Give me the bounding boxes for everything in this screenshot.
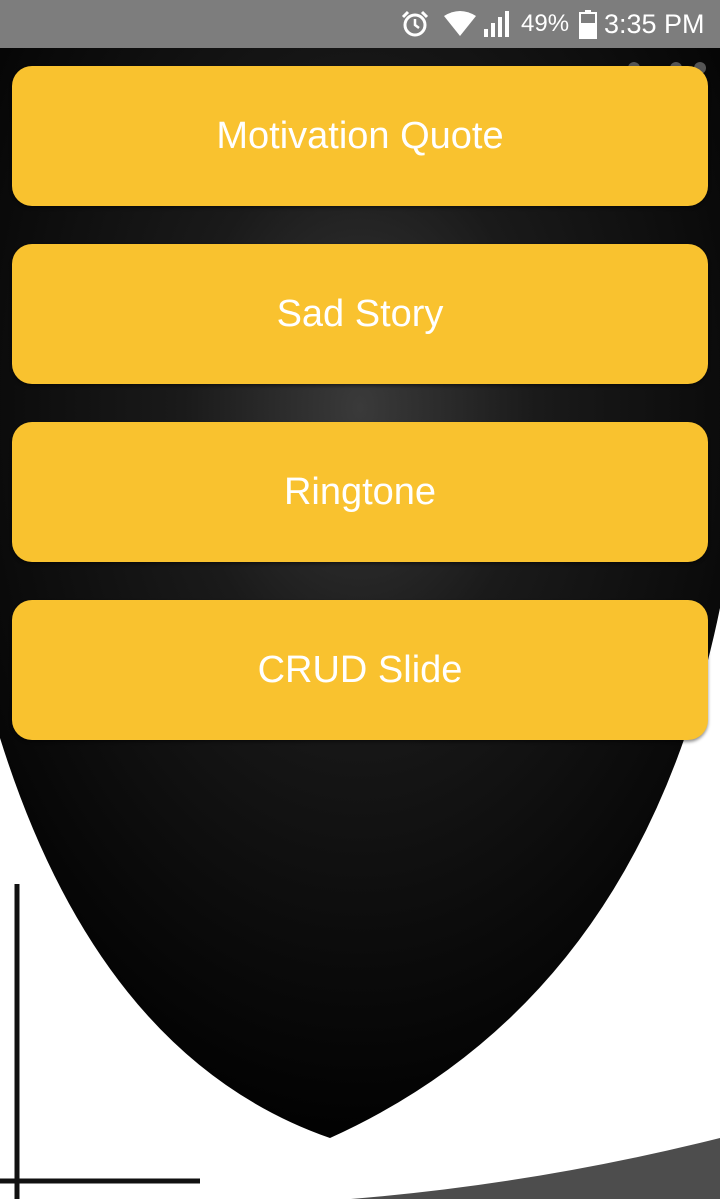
crud-slide-button[interactable]: CRUD Slide (12, 600, 708, 740)
ringtone-button[interactable]: Ringtone (12, 422, 708, 562)
status-clock: 3:35 PM (604, 8, 705, 39)
battery-icon (579, 0, 597, 48)
signal-icon (482, 0, 512, 48)
sad-story-button[interactable]: Sad Story (12, 244, 708, 384)
battery-percentage: 49% (521, 10, 570, 37)
wifi-icon (443, 0, 477, 48)
status-bar: 49% 3:35 PM (0, 0, 720, 48)
motivation-quote-button[interactable]: Motivation Quote (12, 66, 708, 206)
alarm-icon (400, 0, 430, 48)
